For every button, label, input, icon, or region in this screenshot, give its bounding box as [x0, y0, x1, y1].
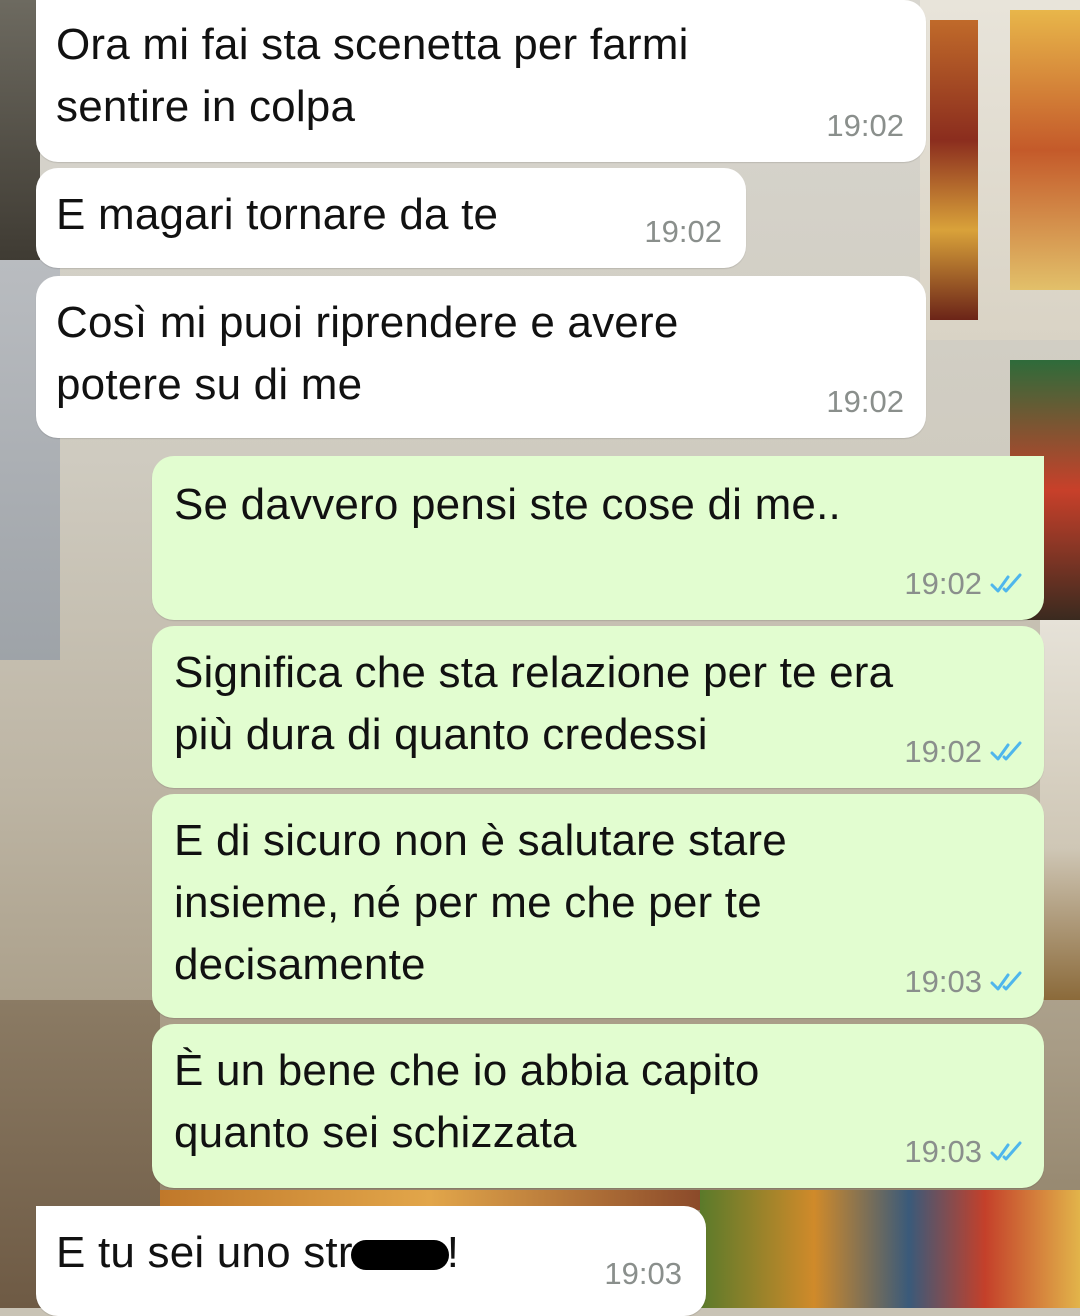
message-text: E tu sei uno str!: [56, 1228, 460, 1277]
redaction-mark: [350, 1240, 449, 1271]
read-receipt-icon: [990, 971, 1022, 991]
read-receipt-icon: [990, 741, 1022, 761]
message-time: 19:03: [904, 964, 982, 999]
message-text: E magari tornare da te: [56, 190, 499, 239]
message-bubble-incoming[interactable]: Ora mi fai sta scenetta per farmi sentir…: [36, 0, 926, 162]
message-time: 19:02: [904, 734, 982, 769]
message-text: Ora mi fai sta scenetta per farmi sentir…: [56, 20, 689, 131]
message-bubble-incoming[interactable]: E magari tornare da te 19:02: [36, 168, 746, 268]
read-receipt-icon: [990, 1141, 1022, 1161]
message-bubble-outgoing[interactable]: È un bene che io abbia capito quanto sei…: [152, 1024, 1044, 1188]
message-text: Se davvero pensi ste cose di me..: [174, 480, 841, 529]
read-receipt-icon: [990, 573, 1022, 593]
message-time: 19:02: [644, 214, 722, 249]
message-time: 19:03: [904, 1134, 982, 1169]
message-time: 19:03: [604, 1256, 682, 1291]
message-text: Significa che sta relazione per te era p…: [174, 648, 894, 759]
message-bubble-outgoing[interactable]: Se davvero pensi ste cose di me.. 19:02: [152, 456, 1044, 620]
message-meta: 19:02: [904, 566, 1026, 602]
message-bubble-incoming[interactable]: Così mi puoi riprendere e avere potere s…: [36, 276, 926, 438]
message-bubble-outgoing[interactable]: E di sicuro non è salutare stare insieme…: [152, 794, 1044, 1018]
message-bubble-incoming[interactable]: E tu sei uno str! 19:03: [36, 1206, 706, 1316]
message-text: E di sicuro non è salutare stare insieme…: [174, 816, 787, 989]
message-time: 19:02: [826, 108, 904, 143]
message-meta: 19:03: [904, 964, 1026, 1000]
message-text: Così mi puoi riprendere e avere potere s…: [56, 298, 679, 409]
message-meta: 19:02: [904, 734, 1026, 770]
message-bubble-outgoing[interactable]: Significa che sta relazione per te era p…: [152, 626, 1044, 788]
message-text: È un bene che io abbia capito quanto sei…: [174, 1046, 760, 1157]
message-meta: 19:03: [904, 1134, 1026, 1170]
message-time: 19:02: [826, 384, 904, 419]
message-time: 19:02: [904, 566, 982, 601]
